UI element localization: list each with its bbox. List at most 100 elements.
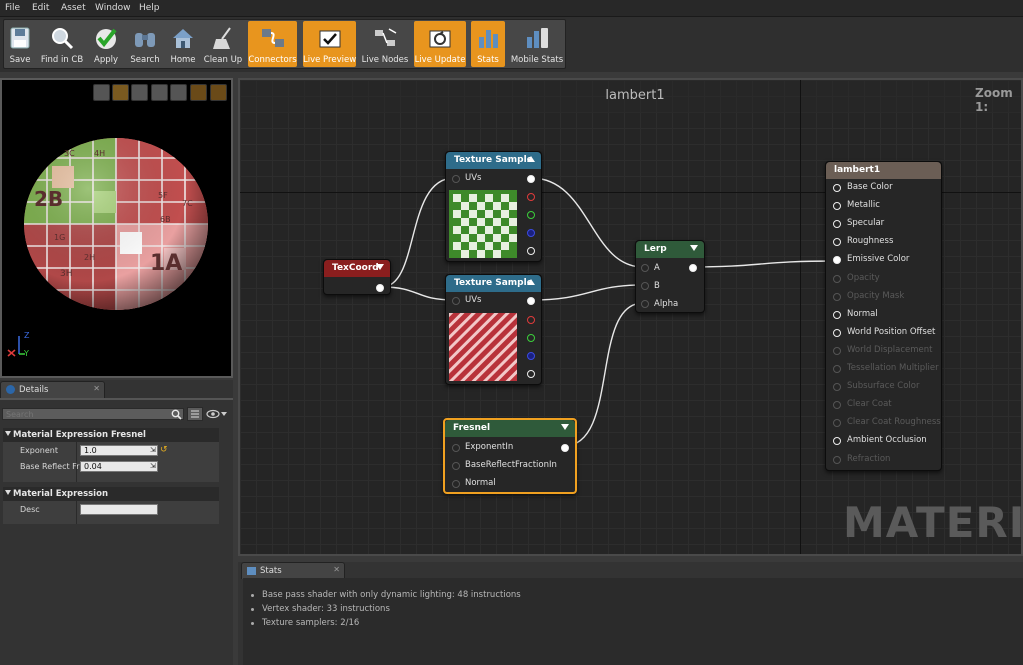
- lambert1-input-pin[interactable]: [833, 310, 841, 319]
- fresnel-basereflect-pin[interactable]: [452, 462, 460, 470]
- lerp-b-pin[interactable]: [641, 282, 649, 290]
- texture-sample-node-1[interactable]: Texture Sample UVs: [445, 151, 542, 262]
- tex2-a-pin[interactable]: [527, 370, 535, 378]
- lambert1-input-pin[interactable]: [833, 202, 841, 211]
- viewport-mesh-button[interactable]: [170, 84, 187, 101]
- lambert1-input-pin[interactable]: [833, 292, 841, 301]
- lambert1-input-pin[interactable]: [833, 220, 841, 229]
- stat-line: Texture samplers: 2/16: [262, 618, 360, 628]
- lambert1-input-pin[interactable]: [833, 256, 841, 265]
- tex2-g-pin[interactable]: [527, 334, 535, 342]
- stats-button[interactable]: Stats: [471, 21, 505, 67]
- tex1-g-pin[interactable]: [527, 211, 535, 219]
- collapse-icon: [5, 490, 11, 495]
- reset-icon[interactable]: ↺: [160, 445, 168, 455]
- lerp-node[interactable]: Lerp A B Alpha: [635, 240, 705, 313]
- lerp-output-pin[interactable]: [689, 264, 697, 272]
- search-icon[interactable]: [171, 409, 182, 420]
- live-nodes-button[interactable]: Live Nodes: [361, 21, 409, 67]
- tex1-rgb-pin[interactable]: [527, 175, 535, 183]
- viewport-realtime-button[interactable]: [210, 84, 227, 101]
- lambert1-input-pin[interactable]: [833, 346, 841, 355]
- fresnel-output-pin[interactable]: [561, 444, 569, 452]
- texcoord-output-pin[interactable]: [376, 284, 384, 292]
- search-button[interactable]: Search: [128, 21, 162, 67]
- lambert1-input-pin[interactable]: [833, 365, 841, 373]
- home-button[interactable]: Home: [168, 21, 198, 67]
- exponent-field[interactable]: 1.0: [80, 445, 158, 456]
- close-icon[interactable]: ✕: [333, 565, 340, 574]
- tex2-uvs-pin[interactable]: [452, 297, 460, 305]
- collapse-arrow-icon[interactable]: [527, 156, 535, 162]
- lambert1-input-pin[interactable]: [833, 401, 841, 410]
- property-matrix-button[interactable]: [187, 407, 203, 421]
- menu-file[interactable]: File: [5, 3, 20, 13]
- tex1-uvs-pin[interactable]: [452, 175, 460, 183]
- tex2-r-pin[interactable]: [527, 316, 535, 324]
- texcoord-header[interactable]: TexCoord: [324, 260, 390, 277]
- tex1-a-pin[interactable]: [527, 247, 535, 255]
- lambert1-header[interactable]: lambert1: [826, 162, 941, 179]
- mobile-stats-button[interactable]: Mobile Stats: [510, 21, 564, 67]
- texcoord-node[interactable]: TexCoord: [323, 259, 391, 295]
- fresnel-header[interactable]: Fresnel: [445, 420, 575, 437]
- lambert1-input-pin[interactable]: [833, 184, 841, 192]
- fresnel-node[interactable]: Fresnel ExponentIn BaseReflectFractionIn…: [443, 418, 577, 494]
- collapse-arrow-icon[interactable]: [561, 424, 569, 430]
- tab-stats[interactable]: Stats ✕: [241, 562, 345, 579]
- lambert1-input-pin[interactable]: [833, 328, 841, 337]
- menu-edit[interactable]: Edit: [32, 3, 49, 13]
- viewport-cylinder-button[interactable]: [93, 84, 110, 101]
- menu-window[interactable]: Window: [95, 3, 131, 13]
- lambert1-result-node[interactable]: lambert1 Base Color Metallic Specular Rough…: [825, 161, 942, 471]
- collapse-arrow-icon[interactable]: [690, 245, 698, 251]
- lambert1-input-pin[interactable]: [833, 419, 841, 428]
- base-reflect-field[interactable]: 0.04: [80, 461, 158, 472]
- live-update-button[interactable]: Live Update: [414, 21, 466, 67]
- viewport-plane-button[interactable]: [131, 84, 148, 101]
- section-expression-header[interactable]: Material Expression: [3, 487, 219, 501]
- connectors-button[interactable]: Connectors: [248, 21, 297, 67]
- tex1-b-pin[interactable]: [527, 229, 535, 237]
- section-fresnel-header[interactable]: Material Expression Fresnel: [3, 428, 219, 442]
- collapse-arrow-icon[interactable]: [376, 264, 384, 270]
- lambert1-input-pin[interactable]: [833, 274, 841, 283]
- fresnel-normal-pin[interactable]: [452, 480, 460, 488]
- texture-sample-node-2[interactable]: Texture Sample UVs: [445, 274, 542, 385]
- tab-details[interactable]: Details ✕: [0, 381, 105, 398]
- section-fresnel-title: Material Expression Fresnel: [13, 430, 146, 440]
- lambert1-input-pin[interactable]: [833, 455, 841, 464]
- menu-asset[interactable]: Asset: [61, 3, 86, 13]
- fresnel-normal-label: Normal: [465, 478, 496, 488]
- eye-icon[interactable]: [206, 409, 228, 419]
- clean-up-button[interactable]: Clean Up: [203, 21, 243, 67]
- apply-button[interactable]: Apply: [90, 21, 122, 67]
- viewport-sphere-button[interactable]: [112, 84, 129, 101]
- texture-sample-1-header[interactable]: Texture Sample: [446, 152, 541, 169]
- lambert1-input-pin[interactable]: [833, 437, 841, 446]
- save-button[interactable]: Save: [5, 21, 35, 67]
- desc-field[interactable]: [80, 504, 158, 515]
- sphere-label-5f: 5F: [158, 191, 168, 200]
- lambert1-input-pin[interactable]: [833, 238, 841, 247]
- details-search-input[interactable]: [2, 408, 184, 420]
- fresnel-exponentin-pin[interactable]: [452, 444, 460, 452]
- drag-handle-icon[interactable]: ⇲: [150, 462, 156, 470]
- lerp-header[interactable]: Lerp: [636, 241, 704, 258]
- tex2-b-pin[interactable]: [527, 352, 535, 360]
- collapse-arrow-icon[interactable]: [527, 279, 535, 285]
- lerp-alpha-pin[interactable]: [641, 300, 649, 308]
- tex2-rgb-pin[interactable]: [527, 297, 535, 305]
- lerp-a-pin[interactable]: [641, 264, 649, 272]
- lambert1-input-label: Clear Coat: [847, 399, 892, 410]
- viewport-cube-button[interactable]: [151, 84, 168, 101]
- tex1-r-pin[interactable]: [527, 193, 535, 201]
- find-in-cb-button[interactable]: Find in CB: [38, 21, 86, 67]
- texture-sample-2-header[interactable]: Texture Sample: [446, 275, 541, 292]
- lambert1-input-pin[interactable]: [833, 383, 841, 392]
- live-preview-button[interactable]: Live Preview: [303, 21, 356, 67]
- menu-help[interactable]: Help: [139, 3, 160, 13]
- close-icon[interactable]: ✕: [93, 384, 100, 393]
- viewport-grid-button[interactable]: [190, 84, 207, 101]
- drag-handle-icon[interactable]: ⇲: [150, 446, 156, 454]
